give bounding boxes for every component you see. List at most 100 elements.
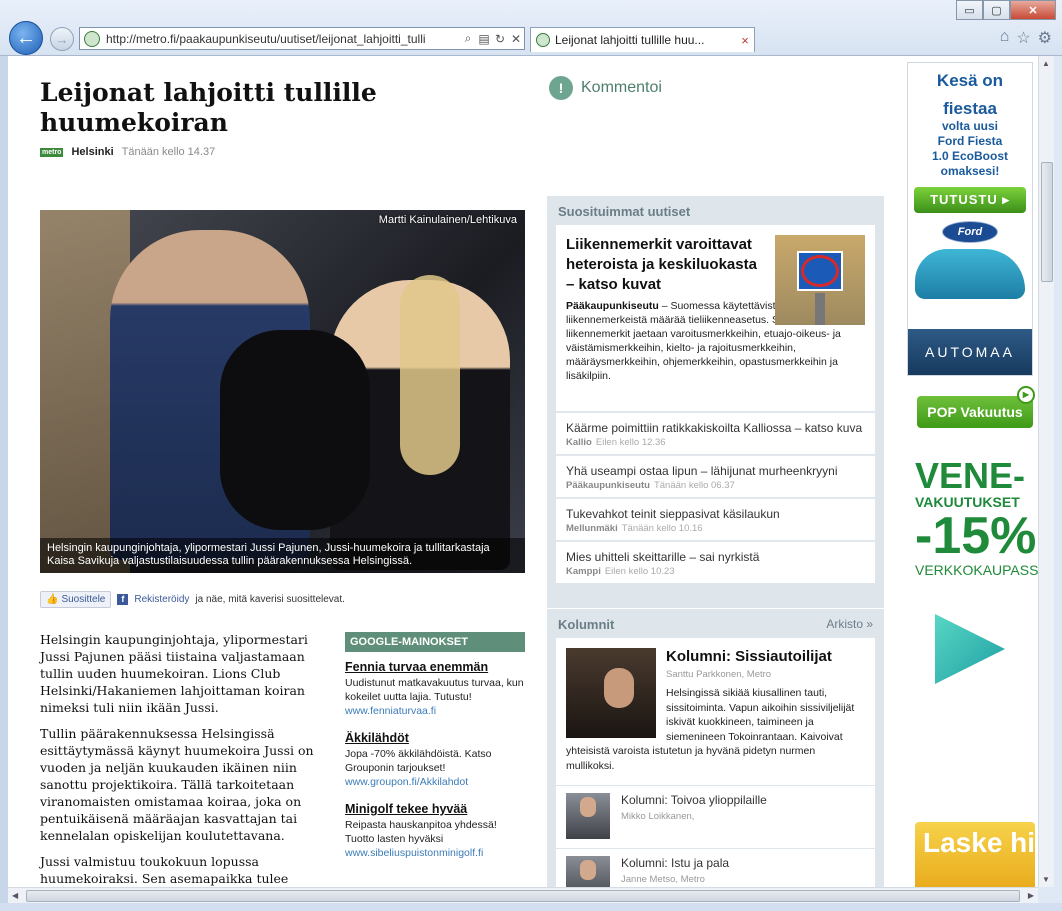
article-location[interactable]: Helsinki bbox=[71, 146, 113, 158]
news-item-meta: Kamppi Eilen kello 10.23 bbox=[566, 566, 865, 577]
column-item[interactable]: Kolumni: Toivoa ylioppilaille Mikko Loik… bbox=[556, 786, 875, 848]
thumbnail-face bbox=[580, 860, 596, 880]
play-icon[interactable]: ▶ bbox=[1017, 386, 1035, 404]
calculate-price-button[interactable]: Laske hinta bbox=[915, 822, 1035, 887]
automaa-logo: AUTOMAA bbox=[908, 329, 1032, 375]
news-item-meta: Kallio Eilen kello 12.36 bbox=[566, 437, 865, 448]
compatibility-view-icon[interactable]: ▤ bbox=[476, 32, 492, 46]
close-window-button[interactable]: ✕ bbox=[1010, 0, 1056, 20]
pop-logo-text: POP Vakuutus bbox=[927, 404, 1023, 420]
column-item-title[interactable]: Kolumni: Istu ja pala bbox=[621, 856, 865, 870]
photo-credit: Martti Kainulainen/Lehtikuva bbox=[378, 214, 517, 226]
ad-item[interactable]: Minigolf tekee hyvää Reipasta hauskanpit… bbox=[345, 802, 525, 860]
article-meta: metro Helsinki Tänään kello 14.37 bbox=[40, 146, 215, 158]
news-item-title[interactable]: Käärme poimittiin ratikkakiskoilta Kalli… bbox=[566, 421, 865, 435]
article-headline: Leijonat lahjoitti tullille huumekoiran bbox=[40, 78, 377, 137]
vertical-scroll-thumb[interactable] bbox=[1041, 162, 1053, 282]
google-ads: GOOGLE-MAINOKSET Fennia turvaa enemmän U… bbox=[345, 632, 525, 873]
tab-close-icon[interactable]: × bbox=[736, 33, 754, 48]
news-item-time: Tänään kello 06.37 bbox=[653, 480, 735, 491]
ford-ad-text: Ford Fiesta bbox=[937, 134, 1003, 148]
ad-url[interactable]: www.groupon.fi/Akkilahdot bbox=[345, 775, 525, 789]
featured-news-image[interactable] bbox=[775, 235, 865, 325]
ad-url[interactable]: www.sibeliuspuistonminigolf.fi bbox=[345, 846, 525, 860]
address-bar[interactable]: http://metro.fi/paakaupunkiseutu/uutiset… bbox=[79, 27, 525, 50]
horizontal-scroll-thumb[interactable] bbox=[26, 890, 1020, 902]
news-item-time: Eilen kello 10.23 bbox=[604, 566, 675, 577]
register-link[interactable]: Rekisteröidy bbox=[134, 594, 189, 605]
featured-news-title[interactable]: Liikennemerkit varoittavat heteroista ja… bbox=[566, 235, 762, 295]
search-icon[interactable]: ⌕ bbox=[460, 31, 476, 46]
columnist-portrait[interactable] bbox=[566, 648, 656, 738]
column-title[interactable]: Kolumni: Sissiautoilijat bbox=[666, 648, 865, 665]
column-author: Santtu Parkkonen, Metro bbox=[666, 669, 772, 680]
news-item-title[interactable]: Tukevahkot teinit sieppasivat käsilaukun bbox=[566, 507, 865, 521]
tab-title[interactable]: Leijonat lahjoitti tullille huu... bbox=[555, 33, 736, 47]
maximize-button[interactable]: ▢ bbox=[983, 0, 1010, 20]
ford-ad-button[interactable]: TUTUSTU ▸ bbox=[914, 187, 1026, 213]
columnist-thumbnail[interactable] bbox=[566, 856, 610, 887]
photo-caption: Helsingin kaupunginjohtaja, ylipormestar… bbox=[40, 538, 525, 573]
pop-ad-discount: -15% bbox=[915, 507, 1037, 565]
thumbs-up-icon: 👍 bbox=[46, 594, 59, 605]
google-ads-header: GOOGLE-MAINOKSET bbox=[345, 632, 525, 652]
column-item[interactable]: Kolumni: Istu ja pala Janne Metso, Metro bbox=[556, 849, 875, 887]
news-item[interactable]: Mies uhitteli skeittarille – sai nyrkist… bbox=[556, 541, 875, 583]
scroll-left-icon[interactable]: ◀ bbox=[12, 891, 18, 900]
news-item[interactable]: Yhä useampi ostaa lipun – lähijunat murh… bbox=[556, 455, 875, 497]
recommend-button[interactable]: 👍 Suosittele bbox=[40, 591, 112, 608]
ad-url[interactable]: www.fenniaturvaa.fi bbox=[345, 704, 525, 718]
minimize-button[interactable]: ▭ bbox=[956, 0, 983, 20]
scroll-down-icon[interactable]: ▼ bbox=[1042, 875, 1050, 884]
ad-title[interactable]: Minigolf tekee hyvää bbox=[345, 802, 525, 816]
news-item-location: Mellunmäki bbox=[566, 523, 618, 534]
horizontal-scrollbar[interactable]: ◀ ▶ bbox=[8, 887, 1038, 903]
ford-ad-text: volta uusi bbox=[941, 119, 998, 133]
globe-icon bbox=[84, 30, 100, 47]
pop-insurance-banner-ad[interactable]: POP Vakuutus ▶ VENE- VAKUUTUKSET -15% VE… bbox=[907, 386, 1038, 887]
ad-item[interactable]: Fennia turvaa enemmän Uudistunut matkava… bbox=[345, 660, 525, 718]
featured-column[interactable]: Kolumni: Sissiautoilijat Santtu Parkkone… bbox=[556, 638, 875, 785]
star-icon[interactable]: ☆ bbox=[1016, 28, 1030, 48]
url-text[interactable]: http://metro.fi/paakaupunkiseutu/uutiset… bbox=[106, 32, 460, 46]
ad-item[interactable]: Äkkilähdöt Jopa -70% äkkilähdöistä. Kats… bbox=[345, 731, 525, 789]
popular-news-title: Suosituimmat uutiset bbox=[558, 204, 691, 219]
article-paragraph: Tullin päärakennuksessa Helsingissä esit… bbox=[40, 726, 314, 843]
featured-news[interactable]: Liikennemerkit varoittavat heteroista ja… bbox=[556, 225, 875, 411]
ford-ad-headline: fiestaa bbox=[943, 99, 997, 118]
traffic-sign-prohibition bbox=[801, 255, 839, 287]
news-item-title[interactable]: Yhä useampi ostaa lipun – lähijunat murh… bbox=[566, 464, 865, 478]
ford-ad-text: omaksesi! bbox=[940, 164, 1000, 178]
window-controls: ▭ ▢ ✕ bbox=[956, 0, 1056, 20]
columns-header: Kolumnit Arkisto » bbox=[547, 609, 884, 638]
ad-title[interactable]: Äkkilähdöt bbox=[345, 731, 525, 745]
scroll-right-icon[interactable]: ▶ bbox=[1028, 891, 1034, 900]
comment-button[interactable]: ! Kommentoi bbox=[549, 76, 662, 100]
ford-ad-headline: Kesä on bbox=[936, 71, 1004, 90]
traffic-sign-post bbox=[815, 293, 825, 325]
ad-title[interactable]: Fennia turvaa enemmän bbox=[345, 660, 525, 674]
article-photo: Martti Kainulainen/Lehtikuva Helsingin k… bbox=[40, 210, 525, 573]
column-lead-part: yhteisistä varoista istutetun ja hyvänä … bbox=[566, 745, 816, 772]
home-icon[interactable]: ⌂ bbox=[1000, 28, 1010, 48]
news-item-title[interactable]: Mies uhitteli skeittarille – sai nyrkist… bbox=[566, 550, 865, 564]
browser-tab[interactable]: Leijonat lahjoitti tullille huu... × bbox=[530, 27, 755, 52]
back-arrow-icon[interactable]: ← bbox=[9, 21, 43, 55]
column-item-title[interactable]: Kolumni: Toivoa ylioppilaille bbox=[621, 793, 865, 807]
archive-link[interactable]: Arkisto » bbox=[826, 617, 873, 632]
news-item[interactable]: Tukevahkot teinit sieppasivat käsilaukun… bbox=[556, 498, 875, 540]
scroll-up-icon[interactable]: ▲ bbox=[1042, 59, 1050, 68]
forward-arrow-icon[interactable]: → bbox=[50, 27, 74, 51]
gear-icon[interactable]: ⚙ bbox=[1038, 28, 1052, 48]
refresh-icon[interactable]: ↻ bbox=[492, 32, 508, 46]
ford-banner-ad[interactable]: Kesä on fiestaa volta uusi Ford Fiesta 1… bbox=[907, 62, 1033, 376]
news-item-location: Kallio bbox=[566, 437, 592, 448]
vertical-scrollbar[interactable]: ▲ ▼ bbox=[1038, 56, 1054, 887]
stop-icon[interactable]: ✕ bbox=[508, 32, 524, 46]
columnist-thumbnail[interactable] bbox=[566, 793, 610, 839]
news-item[interactable]: Käärme poimittiin ratikkakiskoilta Kalli… bbox=[556, 412, 875, 454]
news-item-time: Eilen kello 12.36 bbox=[595, 437, 666, 448]
comment-label[interactable]: Kommentoi bbox=[581, 79, 662, 97]
columns-box: Kolumnit Arkisto » Kolumni: Sissiautoili… bbox=[547, 609, 884, 887]
car-image bbox=[915, 249, 1025, 299]
